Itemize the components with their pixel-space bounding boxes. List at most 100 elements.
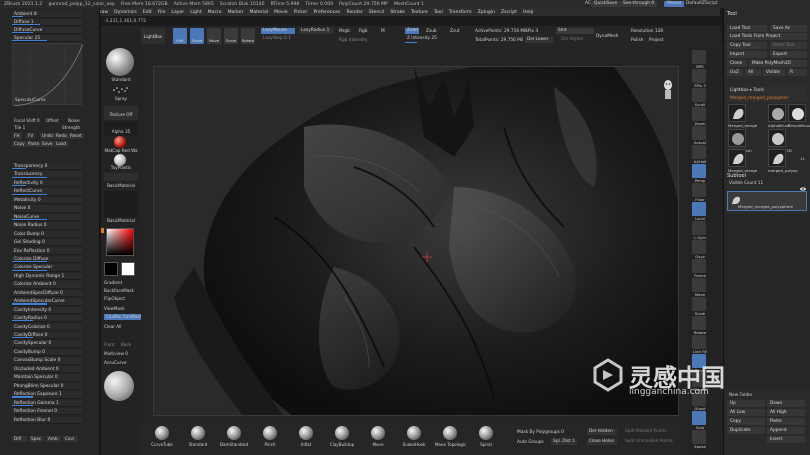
shelf-rotate-button[interactable] [692, 316, 706, 330]
material-property-slider[interactable]: Reflectivity 0 [12, 179, 82, 188]
backface-mask-button[interactable]: BackfaceMask [104, 288, 144, 293]
shelf-move-button[interactable] [692, 278, 706, 292]
brush-claybuildup-button[interactable]: ClayBuildup [327, 426, 357, 447]
gradient-button[interactable]: Gradient [104, 280, 144, 285]
menu-layer[interactable]: Layer [171, 10, 184, 15]
subtool-insert-button[interactable]: Insert [767, 436, 805, 443]
tool-load-tool-button[interactable]: Load Tool [727, 25, 767, 32]
lightbox-tools-button[interactable]: Lightbox ▸ Tools [727, 87, 807, 94]
shelf-scale-button[interactable] [692, 297, 706, 311]
mrgb-button[interactable]: Mrgb [339, 29, 350, 34]
menu-stencil[interactable]: Stencil [369, 10, 385, 15]
tool-thumbnail[interactable] [788, 104, 806, 122]
shelf-line-fill-button[interactable] [692, 335, 706, 349]
tool-thumbnail[interactable] [728, 149, 746, 167]
brush-damstandard-button[interactable]: DamStandard [219, 426, 249, 447]
menu-dynamics[interactable]: Dynamics [114, 10, 137, 15]
split-distance-slider[interactable]: Spl. Dist 1 [551, 439, 577, 445]
tool-draw-button[interactable]: Draw [190, 28, 204, 44]
tool-thumbnail[interactable] [768, 149, 786, 167]
material-property-slider[interactable]: CanvasBump Scale 0 [12, 357, 82, 365]
material-property-slider[interactable]: Occluded Ambient 0 [12, 365, 82, 374]
del-higher-button[interactable]: Del Higher [559, 37, 589, 43]
specular-curve-graph[interactable]: SpecularCurve [12, 43, 83, 106]
current-tool-name[interactable]: Merged_merged_polyspher [727, 95, 807, 102]
rgb-button[interactable]: Rgb [359, 29, 367, 34]
noise-label[interactable]: Noise [66, 118, 82, 124]
shelf-frame-button[interactable] [692, 259, 706, 273]
material-property-slider[interactable]: CavityColorize 0 [12, 323, 82, 331]
material-property-slider[interactable]: CavityDiffuse 0 [12, 332, 82, 340]
shelf-local-button[interactable] [692, 202, 706, 216]
clear-all-button[interactable]: Clear All [104, 324, 144, 329]
tool-visible-button[interactable]: Visible [763, 69, 785, 76]
eye-icon[interactable] [800, 187, 806, 191]
footer-spec-button[interactable]: Spec [29, 436, 44, 442]
subtool-list-item[interactable]: Merged_merged_polysphere [727, 191, 807, 211]
curve-copy-button[interactable]: Copy [12, 141, 27, 147]
tool-clone-button[interactable]: Clone [727, 60, 747, 67]
visible-count-slider[interactable]: Visible Count 11 [729, 180, 763, 185]
shelf-solo-button[interactable] [692, 411, 706, 425]
tool-thumbnail[interactable] [768, 104, 786, 122]
subtool-copy-button[interactable]: Copy [727, 418, 765, 425]
menu-preferences[interactable]: Preferences [313, 10, 340, 15]
zsub-button[interactable]: Zsub [426, 29, 437, 34]
subtool-all-low-button[interactable]: All Low [727, 409, 765, 416]
subtool-all-high-button[interactable]: All High [767, 409, 805, 416]
new-folder-button[interactable]: New Folder [729, 392, 752, 397]
menu-file[interactable]: File [158, 10, 166, 15]
orientation-head-icon[interactable] [662, 79, 674, 101]
material-property-slider[interactable]: Colorize Ambient 0 [12, 281, 82, 289]
tool-paste-tool-button[interactable]: Paste Tool [770, 42, 807, 49]
curve-fv-button[interactable]: FV [26, 133, 36, 139]
smt-button[interactable]: Smt [556, 28, 594, 34]
ambient-slider[interactable]: Ambient 8 [12, 11, 82, 19]
material-property-slider[interactable]: CavityBump 0 [12, 348, 82, 357]
shelf-l-sym-button[interactable] [692, 221, 706, 235]
accucurve-button[interactable]: AccuCurve [104, 360, 144, 365]
del-hidden-button[interactable]: Del Hidden [587, 429, 617, 435]
shelf-persp-button[interactable] [692, 164, 706, 178]
lazyradius-slider[interactable]: LazyRadius 1 [299, 28, 333, 34]
menu-picker[interactable]: Picker [294, 10, 308, 15]
m-button[interactable]: M [381, 29, 385, 34]
main-color-swatch[interactable] [104, 262, 118, 276]
split-unmasked-points-button[interactable]: Split Unmasked Points [623, 439, 683, 445]
menu-light[interactable]: Light [190, 10, 201, 15]
curve-fh-button[interactable]: FH [12, 133, 22, 139]
material-property-slider[interactable]: Reflection Fresnel 0 [12, 408, 82, 416]
zadd-button[interactable]: Zadd [405, 28, 419, 34]
subtool-append-button[interactable]: Append [767, 427, 805, 434]
tool-save-as-button[interactable]: Save As [770, 25, 807, 32]
see-through-slider[interactable]: See-through 0 [620, 1, 658, 7]
subtool-duplicate-button[interactable]: Duplicate [727, 427, 765, 434]
material-property-slider[interactable]: AmbientSpecDiffuse 0 [12, 289, 82, 298]
menu-edit[interactable]: Edit [143, 10, 152, 15]
tool-export-button[interactable]: Export [770, 51, 807, 58]
brush-curvetube-button[interactable]: CurveTube [147, 426, 177, 447]
shelf-xpose-button[interactable] [692, 430, 706, 444]
material-property-slider[interactable]: CavityIntensity 0 [12, 306, 82, 315]
material-property-slider[interactable]: Reflection Exposure 1 [12, 391, 82, 399]
curve-load-button[interactable]: Load [54, 141, 69, 147]
spix-slider[interactable]: SPix 4 [525, 29, 538, 34]
tool-move-button[interactable]: Move [207, 28, 221, 44]
tool-copy-tool-button[interactable]: Copy Tool [727, 42, 767, 49]
shelf-scroll-button[interactable] [692, 88, 706, 102]
material-property-slider[interactable]: Colorize Diffuse [12, 255, 82, 264]
shelf-aahalf-button[interactable] [692, 145, 706, 159]
tool-r-button[interactable]: R [787, 69, 807, 76]
material-property-slider[interactable]: ReflectCurve [12, 188, 82, 196]
tool-make-polymesh3d-button[interactable]: Make PolyMesh3D [749, 60, 807, 67]
tool-goz-button[interactable]: GoZ [727, 69, 743, 76]
material-slider[interactable]: Diffuse 1 [12, 19, 82, 27]
tool-thumbnail[interactable] [728, 129, 746, 147]
flip-object-button[interactable]: FlipObject [104, 296, 144, 301]
dynamesh-button[interactable]: DynaMesh [596, 34, 619, 39]
menu-macro[interactable]: Macro [208, 10, 222, 15]
subtool-title[interactable]: Subtool [727, 173, 746, 179]
secondary-color-swatch[interactable] [121, 262, 135, 276]
material-property-slider[interactable]: Gel Shading 0 [12, 239, 82, 247]
zcut-button[interactable]: Zcut [450, 29, 460, 34]
